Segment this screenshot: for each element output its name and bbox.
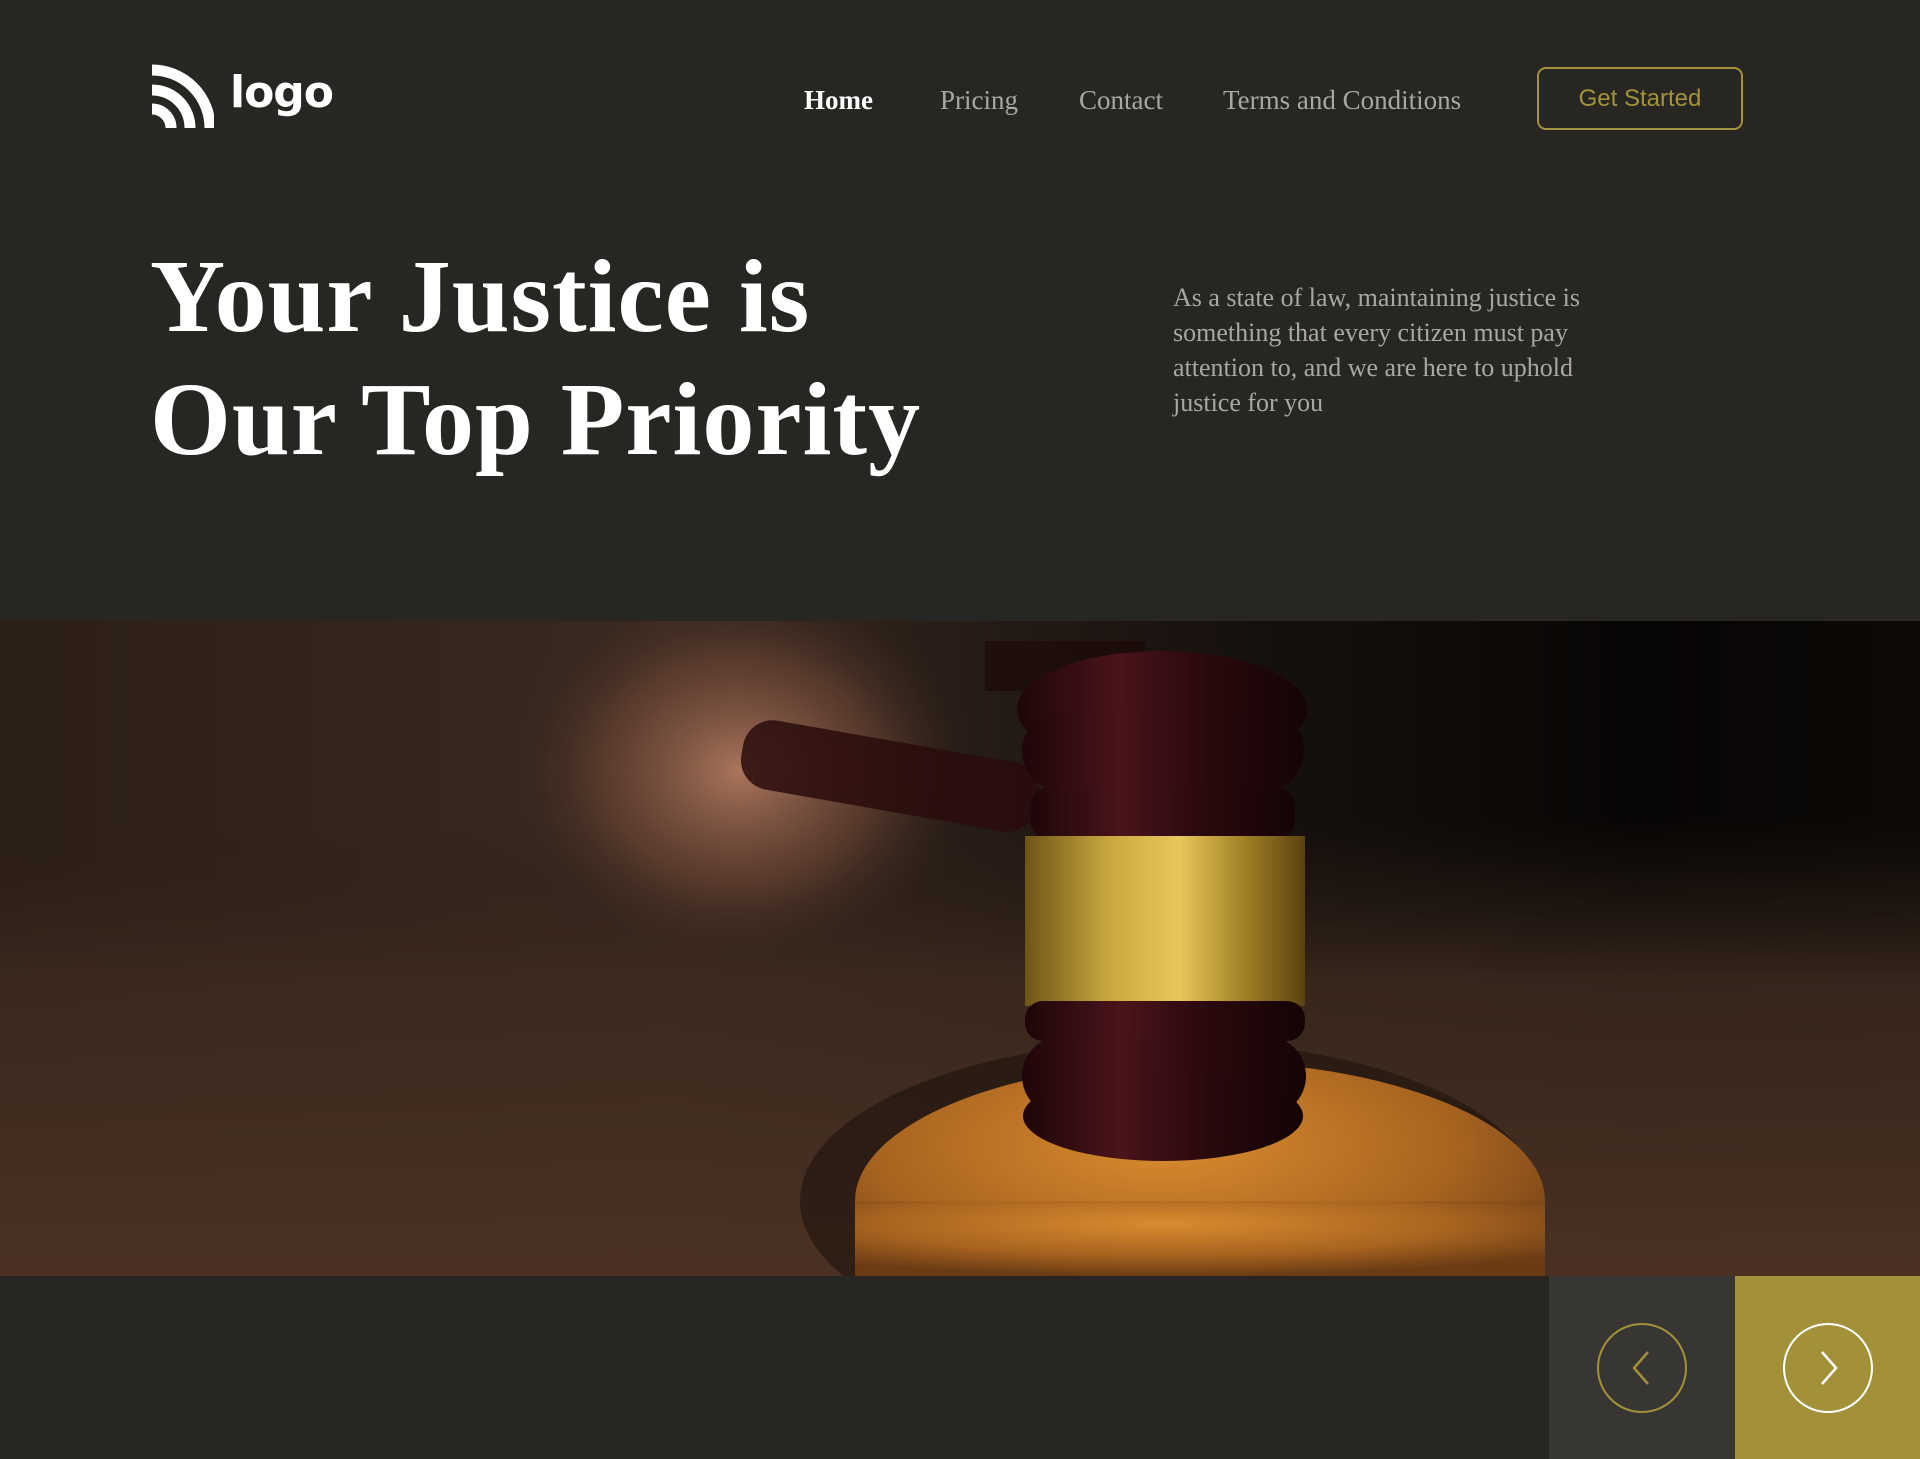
carousel-controls xyxy=(1549,1276,1920,1459)
nav-contact[interactable]: Contact xyxy=(1079,80,1163,120)
nav-terms[interactable]: Terms and Conditions xyxy=(1223,80,1461,120)
carousel-next-button[interactable] xyxy=(1735,1276,1920,1459)
chevron-left-icon xyxy=(1597,1322,1687,1413)
hero-title: Your Justice is Our Top Priority xyxy=(150,235,1050,481)
nav-home[interactable]: Home xyxy=(804,80,873,120)
hero-title-line-2: Our Top Priority xyxy=(150,362,922,477)
get-started-button[interactable]: Get Started xyxy=(1537,67,1743,130)
nav-pricing[interactable]: Pricing xyxy=(940,80,1018,120)
hero-description: As a state of law, maintaining justice i… xyxy=(1173,283,1580,417)
logo-text: logo xyxy=(230,67,334,118)
logo[interactable]: logo xyxy=(150,62,334,130)
chevron-right-icon xyxy=(1782,1322,1873,1413)
carousel-prev-button[interactable] xyxy=(1549,1276,1735,1459)
hero-gavel-image xyxy=(0,621,1920,1276)
logo-icon xyxy=(151,64,214,128)
site-header: logo Home Pricing Contact Terms and Cond… xyxy=(0,0,1920,200)
hero-title-line-1: Your Justice is xyxy=(150,239,811,354)
